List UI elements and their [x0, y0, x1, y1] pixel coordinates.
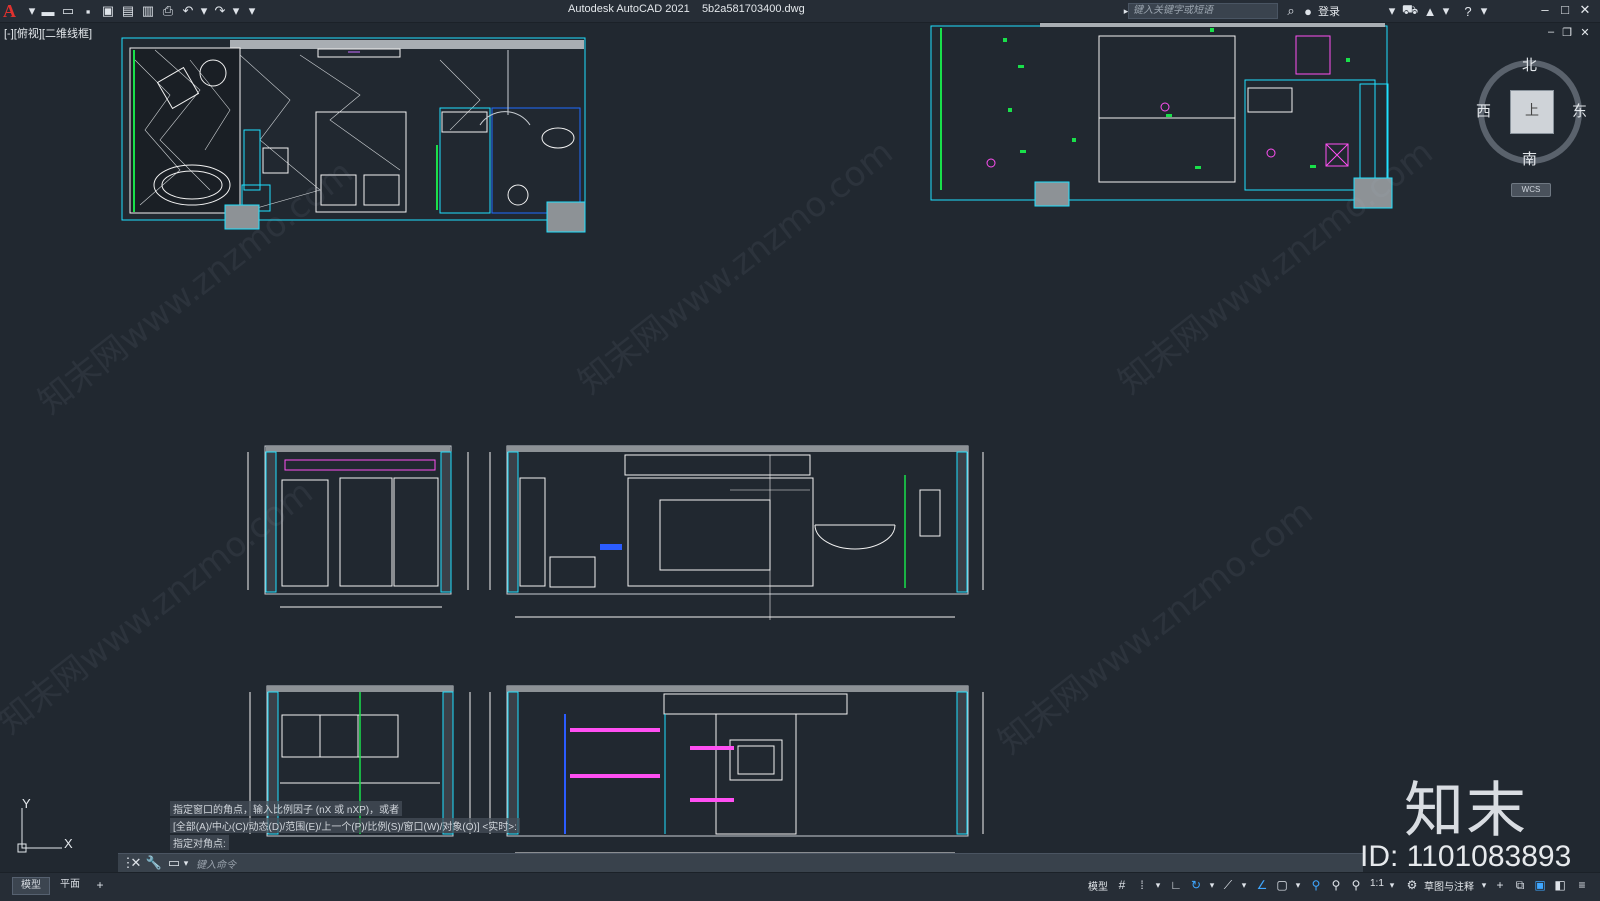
- annotation-scale-icon[interactable]: ⚲: [1348, 877, 1364, 893]
- maximize-icon[interactable]: □: [1556, 2, 1574, 17]
- polar-dropdown-icon[interactable]: ▾: [1204, 877, 1220, 893]
- viewcube-top-face[interactable]: 上: [1510, 90, 1554, 134]
- viewport-controls-label[interactable]: [-][俯视][二维线框]: [4, 25, 92, 41]
- auto-scale-icon[interactable]: ⚲: [1328, 877, 1344, 893]
- annotation-visibility-icon[interactable]: ⚲: [1308, 877, 1324, 893]
- elevation-b: [489, 445, 984, 620]
- close-icon[interactable]: ✕: [1576, 2, 1594, 18]
- command-line[interactable]: ⋮ ✕ 🔧 ▭ ▾ 键入命令: [118, 853, 1363, 872]
- save-as-icon[interactable]: ▣: [100, 3, 116, 19]
- workspace-switch[interactable]: 草图与注释: [1424, 878, 1474, 893]
- ucs-icon: [17, 808, 62, 853]
- window-title: Autodesk AutoCAD 2021 5b2a581703400.dwg: [568, 3, 805, 15]
- help-icon[interactable]: ?: [1460, 3, 1476, 19]
- command-recent-dropdown-icon[interactable]: ▾: [178, 855, 194, 871]
- plot-preview-icon[interactable]: ▥: [140, 3, 156, 19]
- status-bar: 模型 平面 + 模型 # ⁞ ▾ ∟ ↻ ▾ ⟋ ▾ ∠ ▢ ▾ ⚲ ⚲ ⚲ 1…: [0, 872, 1600, 901]
- tab-model[interactable]: 模型: [12, 877, 50, 895]
- command-customize-icon[interactable]: 🔧: [146, 855, 162, 871]
- redo-dropdown-icon[interactable]: ▾: [228, 3, 244, 19]
- viewport-close-icon[interactable]: ✕: [1576, 26, 1594, 39]
- redo-icon[interactable]: ↷: [212, 3, 228, 19]
- login-link[interactable]: 登录: [1318, 3, 1340, 19]
- isodraft-dropdown-icon[interactable]: ▾: [1236, 877, 1252, 893]
- file-name: 5b2a581703400.dwg: [701, 3, 805, 15]
- annotation-monitor-icon[interactable]: +: [1492, 877, 1508, 893]
- units-icon[interactable]: ⧉: [1512, 877, 1528, 893]
- compass-west[interactable]: 西: [1476, 100, 1491, 121]
- undo-icon[interactable]: ↶: [180, 3, 196, 19]
- viewport-restore-icon[interactable]: ❐: [1558, 26, 1576, 39]
- command-history-line: 指定对角点:: [170, 835, 229, 850]
- watermark-id: ID: 1101083893: [1360, 840, 1572, 873]
- compass-south[interactable]: 南: [1522, 148, 1537, 169]
- save-icon[interactable]: ▪: [80, 3, 96, 19]
- undo-dropdown-icon[interactable]: ▾: [196, 3, 212, 19]
- object-snap-icon[interactable]: ▢: [1274, 877, 1290, 893]
- tab-layout-plan[interactable]: 平面: [52, 877, 88, 893]
- drawing-canvas[interactable]: [0, 22, 1600, 872]
- command-history-line: [全部(A)/中心(C)/动态(D)/范围(E)/上一个(P)/比例(S)/窗口…: [170, 818, 520, 833]
- viewcube[interactable]: 上 北 南 西 东: [1476, 56, 1587, 168]
- customize-toolbar-icon[interactable]: ▾: [244, 3, 260, 19]
- floor-plan-right: [930, 23, 1393, 209]
- workspace-gear-icon[interactable]: ⚙: [1404, 877, 1420, 893]
- elevation-d: [489, 685, 984, 854]
- app-name: Autodesk AutoCAD 2021: [568, 3, 690, 15]
- open-file-icon[interactable]: ▭: [60, 3, 76, 19]
- compass-north[interactable]: 北: [1522, 54, 1537, 75]
- compass-east[interactable]: 东: [1572, 100, 1587, 121]
- new-file-icon[interactable]: ▬: [40, 3, 56, 19]
- login-dropdown-icon[interactable]: ▾: [1384, 3, 1400, 19]
- publish-icon[interactable]: ▤: [120, 3, 136, 19]
- isodraft-icon[interactable]: ⟋: [1220, 877, 1236, 893]
- annotation-scale-value[interactable]: 1:1: [1370, 878, 1384, 889]
- command-close-icon[interactable]: ✕: [128, 855, 144, 871]
- command-history-line: 指定窗口的角点，输入比例因子 (nX 或 nXP)，或者: [170, 801, 403, 816]
- object-snap-dropdown-icon[interactable]: ▾: [1290, 877, 1306, 893]
- cart-icon[interactable]: ⛟: [1402, 2, 1418, 19]
- polar-tracking-icon[interactable]: ↻: [1188, 877, 1204, 893]
- app-menu-arrow-icon[interactable]: ▾: [24, 3, 40, 19]
- ucs-y-label: Y: [22, 796, 31, 811]
- ortho-icon[interactable]: ∟: [1168, 877, 1184, 893]
- a360-dropdown-icon[interactable]: ▾: [1438, 3, 1454, 19]
- search-input[interactable]: 键入关键字或短语: [1128, 3, 1278, 19]
- autodesk-a360-icon[interactable]: ▲: [1422, 3, 1438, 19]
- snap-icon[interactable]: ⁞: [1134, 877, 1150, 893]
- object-snap-tracking-icon[interactable]: ∠: [1254, 877, 1270, 893]
- isolate-objects-icon[interactable]: ◧: [1552, 877, 1568, 893]
- snap-dropdown-icon[interactable]: ▾: [1150, 877, 1166, 893]
- user-icon[interactable]: ●: [1300, 3, 1316, 19]
- watermark-logo: 知末: [1404, 776, 1528, 846]
- ucs-x-label: X: [64, 836, 73, 851]
- floor-plan-left: [121, 37, 586, 233]
- grid-icon[interactable]: #: [1114, 877, 1130, 893]
- minimize-icon[interactable]: –: [1536, 2, 1554, 17]
- scale-dropdown-icon[interactable]: ▾: [1384, 877, 1400, 893]
- command-input[interactable]: 键入命令: [196, 856, 236, 871]
- workspace-dropdown-icon[interactable]: ▾: [1476, 877, 1492, 893]
- add-layout-icon[interactable]: +: [92, 877, 108, 893]
- search-icon[interactable]: ⌕: [1283, 3, 1299, 19]
- help-dropdown-icon[interactable]: ▾: [1476, 3, 1492, 19]
- title-bar: A ▾ ▬ ▭ ▪ ▣ ▤ ▥ ⎙ ↶ ▾ ↷ ▾ ▾ Autodesk Aut…: [0, 0, 1600, 23]
- customization-menu-icon[interactable]: ≡: [1574, 877, 1590, 893]
- model-space-toggle[interactable]: 模型: [1088, 878, 1108, 893]
- wcs-menu[interactable]: WCS: [1511, 183, 1551, 197]
- autocad-logo-icon[interactable]: A: [3, 1, 16, 22]
- quick-properties-icon[interactable]: ▣: [1532, 877, 1548, 893]
- print-icon[interactable]: ⎙: [160, 3, 176, 19]
